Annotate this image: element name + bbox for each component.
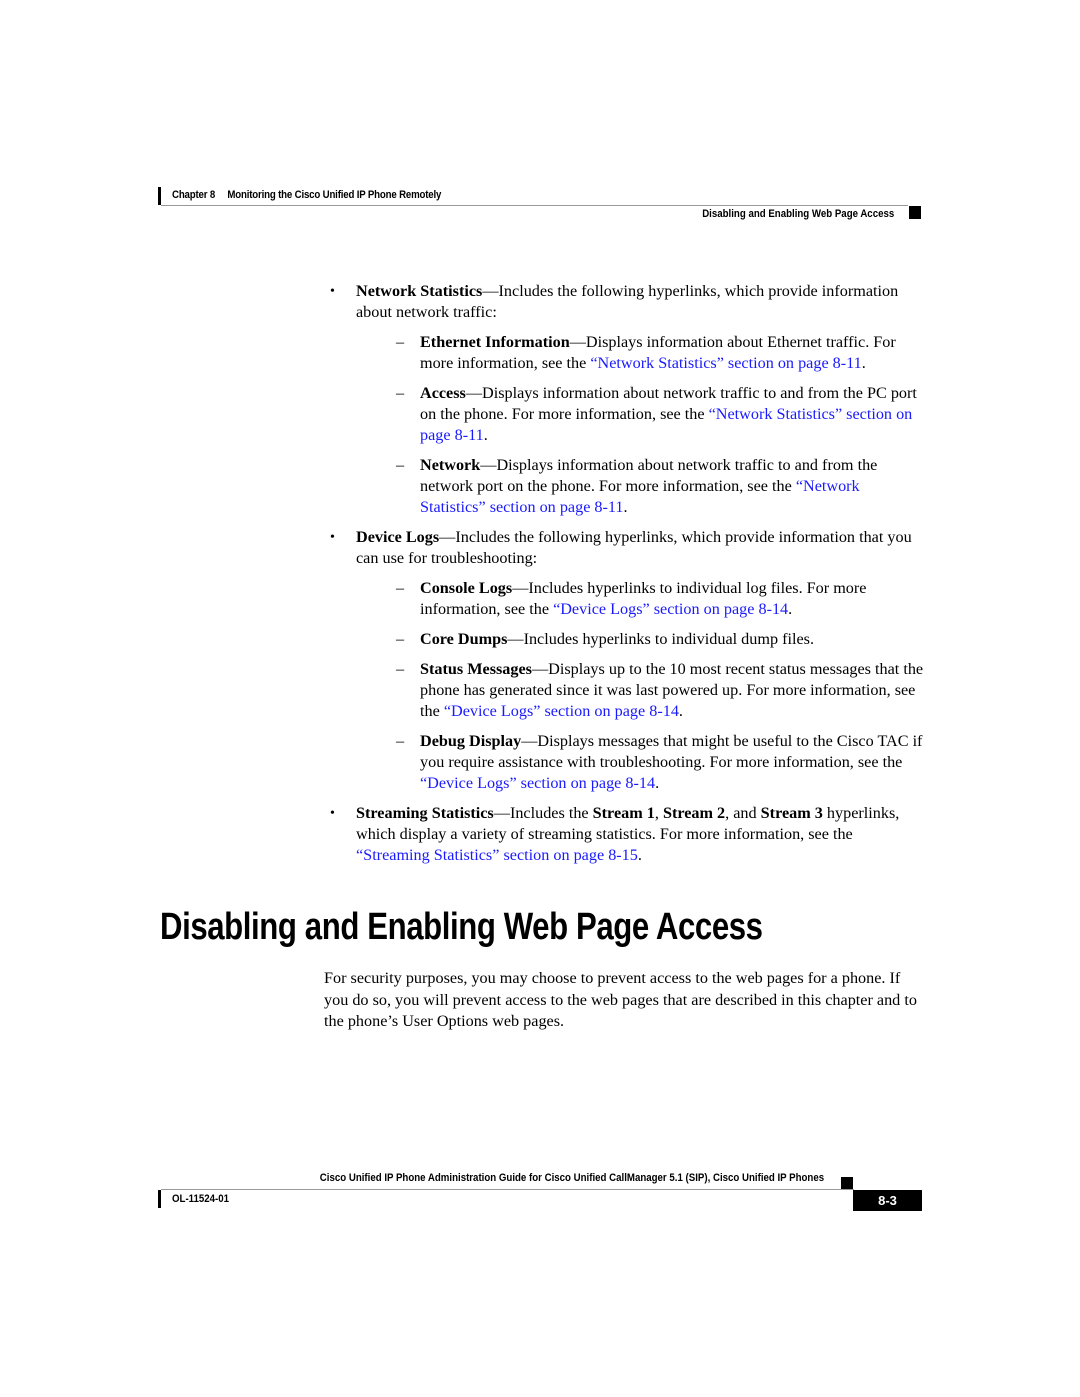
list-item: • Streaming Statistics—Includes the Stre… [324, 803, 924, 866]
list-term: Network Statistics [356, 282, 483, 300]
punctuation: . [678, 702, 683, 720]
bullet-icon: • [330, 530, 335, 545]
chapter-title: Monitoring the Cisco Unified IP Phone Re… [227, 189, 442, 201]
cross-reference-link[interactable]: “Device Logs” section on page 8-14 [420, 774, 655, 792]
cross-reference-link[interactable]: “Network Statistics” section on page 8-1… [590, 354, 861, 372]
bullet-icon: • [330, 806, 335, 821]
header-left-bar [158, 187, 161, 205]
sublist-item: – Ethernet Information—Displays informat… [356, 332, 924, 374]
list-text: , and [725, 804, 761, 822]
stream-2-term: Stream 2 [662, 804, 726, 822]
stream-3-term: Stream 3 [760, 804, 823, 822]
sublist-item: – Status Messages—Displays up to the 10 … [356, 659, 924, 722]
punctuation: . [483, 426, 488, 444]
list-item: • Network Statistics—Includes the follow… [324, 281, 924, 518]
dash-icon: – [396, 384, 405, 402]
footer-rule [161, 1189, 854, 1190]
sublist-item: – Core Dumps—Includes hyperlinks to indi… [356, 629, 924, 650]
dash-icon: – [396, 660, 405, 678]
dash-icon: – [396, 630, 405, 648]
page-number-badge: 8-3 [853, 1190, 922, 1211]
sublist-term: Access [420, 384, 466, 402]
bullet-icon: • [330, 284, 335, 299]
sublist-term: Status Messages [420, 660, 532, 678]
cross-reference-link[interactable]: “Device Logs” section on page 8-14 [444, 702, 679, 720]
sublist-item: – Console Logs—Includes hyperlinks to in… [356, 578, 924, 620]
punctuation: . [655, 774, 660, 792]
footer-doc-number: OL-11524-01 [172, 1193, 230, 1205]
section-heading: Disabling and Enabling Web Page Access [160, 906, 763, 948]
punctuation: . [623, 498, 628, 516]
sublist-term: Core Dumps [420, 630, 508, 648]
sublist-term: Network [420, 456, 481, 474]
sublist-item: – Access—Displays information about netw… [356, 383, 924, 446]
list-item: • Device Logs—Includes the following hyp… [324, 527, 924, 794]
dash-icon: – [396, 579, 405, 597]
header-rule [161, 205, 908, 206]
sublist-item: – Network—Displays information about net… [356, 455, 924, 518]
sublist-term: Debug Display [420, 732, 522, 750]
punctuation: . [788, 600, 793, 618]
dash-icon: – [396, 333, 405, 351]
list-term: Device Logs [356, 528, 440, 546]
page-content: • Network Statistics —Includes the follow… [324, 281, 924, 875]
sublist: – Ethernet Information—Displays informat… [356, 332, 924, 518]
footer-left-bar [158, 1190, 161, 1208]
sublist: – Console Logs —Includes hyperlinks to in… [356, 578, 924, 794]
list-term: Streaming Statistics [356, 804, 494, 822]
dash-icon: – [396, 732, 405, 750]
header-square-marker [909, 206, 921, 219]
running-header-section: Disabling and Enabling Web Page Access [701, 208, 894, 220]
list-text: , [654, 804, 663, 822]
cross-reference-link[interactable]: “Device Logs” section on page 8-14 [553, 600, 788, 618]
sublist-item: – Debug Display—Displays messages that m… [356, 731, 924, 794]
punctuation: . [861, 354, 866, 372]
running-header-chapter: Chapter 8 Monitoring the Cisco Unified IP… [172, 189, 441, 201]
footer-book-title: Cisco Unified IP Phone Administration Gu… [319, 1172, 824, 1184]
sublist-term: Ethernet Information [420, 333, 570, 351]
list-text: —Includes the following hyperlinks, whic… [356, 528, 912, 567]
chapter-label: Chapter 8 [172, 189, 216, 201]
punctuation: . [637, 846, 642, 864]
dash-icon: – [396, 456, 405, 474]
cross-reference-link[interactable]: “Streaming Statistics” section on page 8… [356, 846, 638, 864]
list-text: —Includes the [493, 804, 593, 822]
stream-1-term: Stream 1 [592, 804, 655, 822]
sublist-text: —Includes hyperlinks to individual dump … [507, 630, 815, 648]
sublist-term: Console Logs [420, 579, 513, 597]
section-paragraph: For security purposes, you may choose to… [324, 969, 917, 1030]
